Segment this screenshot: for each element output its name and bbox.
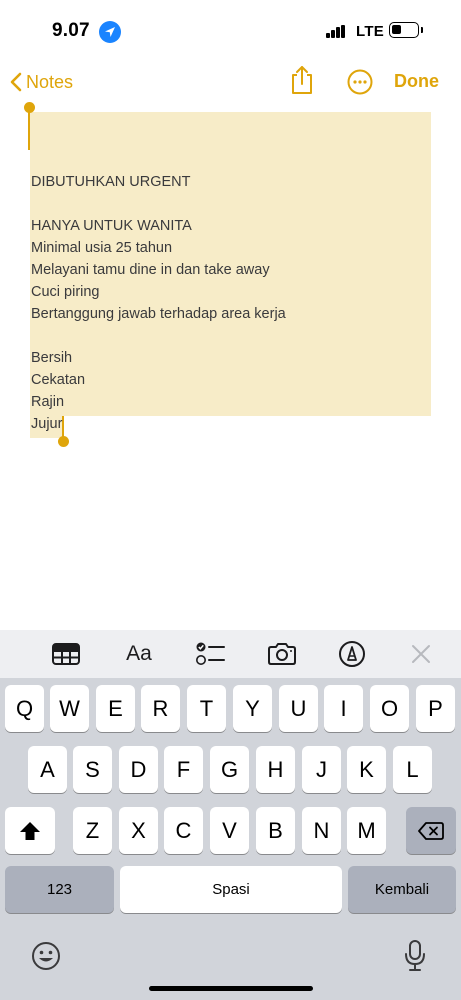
key-p[interactable]: P — [416, 685, 455, 732]
markup-button[interactable] — [338, 640, 366, 668]
table-icon — [52, 643, 80, 665]
key-m[interactable]: M — [347, 807, 386, 854]
note-line: Minimal usia 25 tahun — [31, 240, 173, 256]
markup-icon — [339, 641, 365, 667]
share-icon — [292, 66, 312, 94]
key-b[interactable]: B — [256, 807, 295, 854]
key-i[interactable]: I — [324, 685, 363, 732]
cellular-signal-icon — [326, 25, 346, 38]
microphone-icon — [405, 940, 425, 971]
back-button[interactable]: Notes — [10, 68, 73, 96]
checklist-button[interactable] — [195, 640, 225, 668]
key-t[interactable]: T — [187, 685, 226, 732]
return-key[interactable]: Kembali — [348, 866, 456, 913]
key-w[interactable]: W — [50, 685, 89, 732]
share-button[interactable] — [288, 64, 316, 96]
note-line: Melayani tamu dine in dan take away — [31, 262, 270, 278]
key-u[interactable]: U — [279, 685, 318, 732]
checklist-icon — [196, 642, 225, 665]
emoji-button[interactable] — [30, 940, 62, 972]
note-line — [31, 193, 431, 215]
battery-level — [392, 25, 401, 34]
nav-bar: Notes Done — [0, 60, 461, 104]
key-x[interactable]: X — [119, 807, 158, 854]
note-line: HANYA UNTUK WANITA — [31, 218, 192, 234]
key-y[interactable]: Y — [233, 685, 272, 732]
backspace-icon — [418, 821, 444, 840]
key-j[interactable]: J — [302, 746, 341, 793]
dictation-button[interactable] — [403, 939, 427, 973]
key-g[interactable]: G — [210, 746, 249, 793]
key-e[interactable]: E — [96, 685, 135, 732]
format-icon: Aa — [126, 642, 152, 665]
status-bar: 9.07 LTE — [0, 0, 461, 60]
shift-icon — [20, 821, 40, 840]
close-toolbar-button[interactable] — [408, 640, 434, 668]
key-o[interactable]: O — [370, 685, 409, 732]
backspace-key[interactable] — [406, 807, 456, 854]
key-s[interactable]: S — [73, 746, 112, 793]
emoji-icon — [32, 942, 60, 970]
key-z[interactable]: Z — [73, 807, 112, 854]
network-type: LTE — [356, 23, 385, 40]
note-line: Bersih — [31, 350, 73, 366]
camera-icon — [268, 643, 296, 665]
more-options-button[interactable] — [347, 69, 373, 95]
key-a[interactable]: A — [28, 746, 67, 793]
formatting-toolbar: Aa — [0, 630, 461, 678]
key-k[interactable]: K — [347, 746, 386, 793]
more-icon — [347, 69, 373, 95]
note-line: Rajin — [31, 394, 65, 410]
battery-icon — [389, 22, 419, 38]
key-v[interactable]: V — [210, 807, 249, 854]
key-l[interactable]: L — [393, 746, 432, 793]
selection-end-knob[interactable] — [58, 436, 69, 447]
chevron-left-icon — [10, 72, 22, 92]
back-button-label: Notes — [26, 71, 74, 92]
note-line: DIBUTUHKAN URGENT — [31, 174, 191, 190]
key-q[interactable]: Q — [5, 685, 44, 732]
shift-key[interactable] — [5, 807, 55, 854]
selection-start-knob[interactable] — [24, 102, 35, 113]
note-body[interactable]: DIBUTUHKAN URGENT HANYA UNTUK WANITA Min… — [31, 171, 431, 435]
key-c[interactable]: C — [164, 807, 203, 854]
home-indicator — [149, 986, 313, 991]
note-line: Cekatan — [31, 372, 86, 388]
note-line: Jujur — [31, 416, 63, 432]
camera-button[interactable] — [266, 640, 298, 668]
table-button[interactable] — [51, 640, 81, 668]
key-h[interactable]: H — [256, 746, 295, 793]
numbers-key[interactable]: 123 — [5, 866, 114, 913]
close-icon — [412, 645, 430, 663]
key-d[interactable]: D — [119, 746, 158, 793]
note-line — [31, 325, 431, 347]
space-key[interactable]: Spasi — [120, 866, 342, 913]
location-arrow-icon — [99, 21, 121, 43]
key-n[interactable]: N — [302, 807, 341, 854]
note-line: Cuci piring — [31, 284, 100, 300]
battery-tip — [421, 27, 423, 33]
key-f[interactable]: F — [164, 746, 203, 793]
status-time: 9.07 — [52, 20, 90, 41]
format-button[interactable]: Aa — [122, 640, 156, 668]
note-line: Bertanggung jawab terhadap area kerja — [31, 306, 286, 322]
done-button[interactable]: Done — [394, 71, 439, 92]
key-r[interactable]: R — [141, 685, 180, 732]
